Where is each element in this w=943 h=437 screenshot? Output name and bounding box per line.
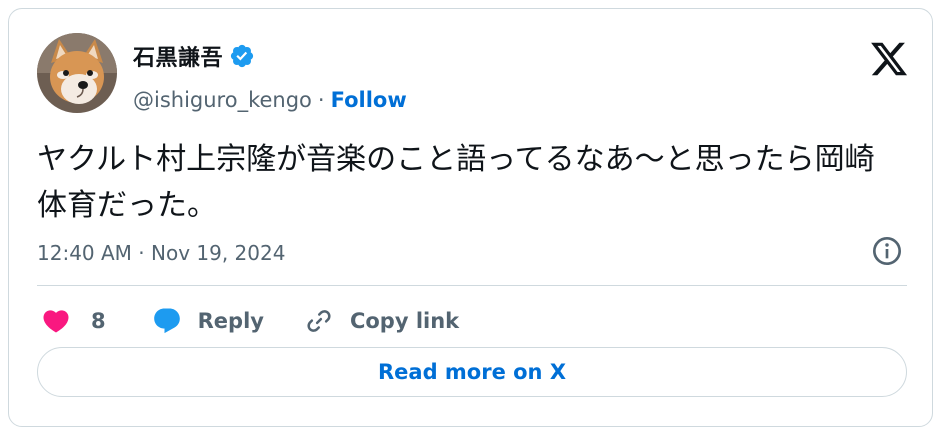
reply-bubble-icon [153,308,180,334]
copy-link-button[interactable]: Copy link [304,306,459,336]
link-icon [307,310,331,332]
follow-button[interactable]: Follow [331,88,407,112]
verified-badge-icon [230,44,254,68]
author-name-row: 石黒謙吾 [133,41,255,71]
divider [37,285,907,286]
tweet-timestamp[interactable]: 12:40 AM · Nov 19, 2024 [37,239,285,267]
tweet-card: 石黒謙吾 @ishiguro_kengo · Follow ヤクルト村上宗隆が音… [8,8,933,427]
heart-icon [43,310,69,333]
reply-button[interactable]: Reply [152,306,264,336]
info-icon[interactable] [871,235,903,267]
avatar[interactable] [37,33,117,113]
read-more-button[interactable]: Read more on X [37,347,907,397]
author-display-name[interactable]: 石黒謙吾 [133,40,223,72]
separator-dot: · [317,88,325,112]
like-button[interactable]: 8 [41,306,106,336]
x-logo-icon[interactable] [869,39,909,79]
tweet-text: ヤクルト村上宗隆が音楽のこと語ってるなあ〜と思ったら岡崎体育だった。 [37,142,875,223]
like-count: 8 [91,309,106,333]
author-handle-row: @ishiguro_kengo · Follow [133,85,407,115]
copy-link-label: Copy link [349,309,460,333]
reply-label: Reply [197,309,264,333]
action-bar: 8 Reply Copy link [37,299,459,343]
author-handle[interactable]: @ishiguro_kengo [133,88,312,112]
shiba-dog-avatar-icon [37,33,117,113]
